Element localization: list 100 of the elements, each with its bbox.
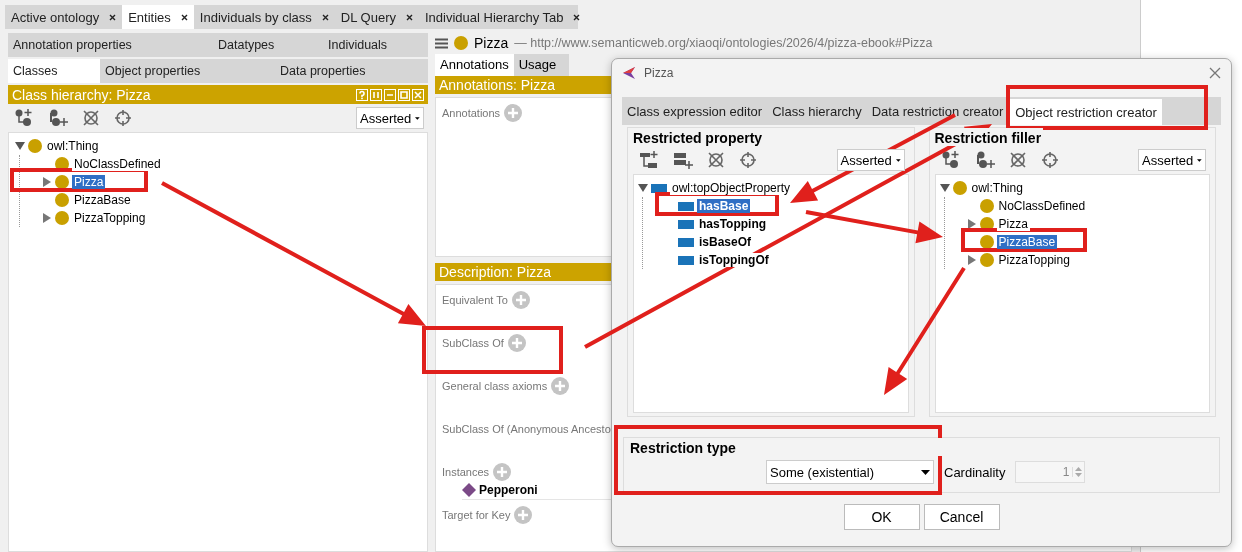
section-label: SubClass Of (Anonymous Ancesto xyxy=(442,423,611,435)
collapse-icon[interactable] xyxy=(15,141,25,151)
dialog-tab[interactable]: Object restriction creator xyxy=(1010,99,1162,125)
section-label: SubClass Of xyxy=(442,337,504,349)
expand-icon[interactable] xyxy=(966,219,977,229)
tree-item[interactable]: isToppingOf xyxy=(697,253,771,267)
section-label: Instances xyxy=(442,466,490,478)
add-sibling-icon[interactable] xyxy=(48,108,68,128)
main-tab[interactable]: Active ontology xyxy=(5,5,123,29)
caret-icon xyxy=(921,469,930,475)
delete-icon[interactable] xyxy=(707,151,725,169)
caret-icon xyxy=(415,115,420,121)
dialog-tab[interactable]: Class expression editor xyxy=(622,97,768,125)
class-icon xyxy=(952,181,967,195)
restriction-type-dropdown[interactable]: Some (existential) xyxy=(766,460,934,484)
main-tab[interactable]: Individuals by class xyxy=(193,5,335,29)
class-icon xyxy=(979,217,994,231)
collapse-icon[interactable] xyxy=(939,183,950,193)
property-icon xyxy=(651,183,667,193)
menu-icon[interactable] xyxy=(435,37,448,49)
add-sibling-property-icon[interactable] xyxy=(673,150,693,170)
entity-tab[interactable]: Annotation properties xyxy=(8,33,213,57)
dialog-tab[interactable]: Data restriction creator xyxy=(866,97,1009,125)
entity-tab[interactable]: Data properties xyxy=(275,59,428,83)
tree-item[interactable]: PizzaBase xyxy=(72,193,133,207)
asserted-dropdown[interactable]: Asserted xyxy=(836,149,905,171)
view-tab[interactable]: Annotations xyxy=(435,53,514,77)
class-icon xyxy=(55,175,69,189)
entity-tab[interactable]: Individuals xyxy=(323,33,428,57)
caret-icon xyxy=(895,157,901,163)
main-tab[interactable]: Individual Hierarchy Tab xyxy=(418,5,587,29)
tree-item[interactable]: PizzaTopping xyxy=(72,211,148,225)
main-tab[interactable]: DL Query xyxy=(334,5,419,29)
close-icon[interactable] xyxy=(321,13,329,21)
entity-tab[interactable]: Object properties xyxy=(100,59,275,83)
caret-icon xyxy=(1197,157,1202,163)
class-icon xyxy=(454,36,468,51)
tree-item[interactable]: owl:Thing xyxy=(969,181,1025,195)
asserted-dropdown[interactable]: Asserted xyxy=(356,107,424,129)
view-title: Class hierarchy: Pizza xyxy=(12,86,151,103)
delete-icon[interactable] xyxy=(1008,151,1027,169)
class-icon xyxy=(55,157,69,171)
dialog-title: Pizza xyxy=(644,66,674,80)
add-subclass-icon[interactable] xyxy=(14,108,34,128)
entity-name: Pizza xyxy=(474,35,509,52)
delete-icon[interactable] xyxy=(82,109,100,127)
close-icon[interactable] xyxy=(573,13,581,21)
view-tab[interactable]: Usage xyxy=(513,53,562,77)
property-icon xyxy=(678,237,694,247)
property-icon xyxy=(678,201,694,211)
entity-iri: — http://www.semanticweb.org/xiaoqi/ontologies/2026/4/pizza-ebook#Pizza xyxy=(514,36,933,51)
class-icon xyxy=(979,253,994,267)
expand-icon[interactable] xyxy=(42,213,52,223)
tree-item[interactable]: owl:topObjectProperty xyxy=(670,181,793,195)
target-icon[interactable] xyxy=(739,151,757,169)
tree-item[interactable]: Pizza xyxy=(996,217,1030,231)
expand-icon[interactable] xyxy=(42,177,52,187)
dialog-button[interactable]: OK xyxy=(843,504,920,530)
entity-tab[interactable]: Classes xyxy=(8,59,100,83)
view-title: Annotations: Pizza xyxy=(439,77,555,94)
close-icon[interactable] xyxy=(180,13,188,21)
dialog-button[interactable]: Cancel xyxy=(923,504,1000,530)
panel-title: Restriction filler xyxy=(934,128,1044,146)
section-label: Target for Key xyxy=(442,509,511,521)
section-label: Annotations xyxy=(442,107,501,119)
app-logo-icon xyxy=(622,66,636,80)
asserted-dropdown[interactable]: Asserted xyxy=(1138,149,1206,171)
property-icon xyxy=(678,219,694,229)
individual-icon xyxy=(462,483,476,497)
tree-item[interactable]: NoClassDefined xyxy=(996,199,1088,213)
dialog-tab[interactable]: Class hierarchy xyxy=(767,97,867,125)
tree-item[interactable]: NoClassDefined xyxy=(72,157,163,171)
expand-icon[interactable] xyxy=(966,255,977,265)
class-icon xyxy=(28,139,42,153)
instance-item[interactable]: Pepperoni xyxy=(479,483,538,497)
class-icon xyxy=(979,235,994,249)
tree-item[interactable]: PizzaBase xyxy=(996,235,1058,249)
tree-item[interactable]: hasBase xyxy=(697,199,751,213)
tree-item[interactable]: PizzaTopping xyxy=(996,253,1072,267)
class-icon xyxy=(979,199,994,213)
field-label: Cardinality xyxy=(944,464,1006,480)
class-icon xyxy=(55,193,69,207)
collapse-icon[interactable] xyxy=(638,183,648,193)
add-sibling-icon[interactable] xyxy=(974,150,995,170)
entity-tab[interactable]: Datatypes xyxy=(213,33,323,57)
add-subclass-icon[interactable] xyxy=(940,150,961,170)
target-icon[interactable] xyxy=(1040,151,1059,169)
target-icon[interactable] xyxy=(114,109,132,127)
main-tab[interactable]: Entities xyxy=(122,5,194,29)
section-label: General class axioms xyxy=(442,380,548,392)
section-label: Equivalent To xyxy=(442,294,508,306)
tree-item[interactable]: Pizza xyxy=(72,175,106,189)
tree-item[interactable]: isBaseOf xyxy=(697,235,754,249)
close-icon[interactable] xyxy=(405,13,413,21)
close-icon[interactable] xyxy=(109,13,117,21)
tree-item[interactable]: hasTopping xyxy=(697,217,769,231)
property-icon xyxy=(678,255,694,265)
tree-item[interactable]: owl:Thing xyxy=(45,139,101,153)
view-title: Description: Pizza xyxy=(439,264,552,281)
add-subproperty-icon[interactable] xyxy=(639,150,659,170)
